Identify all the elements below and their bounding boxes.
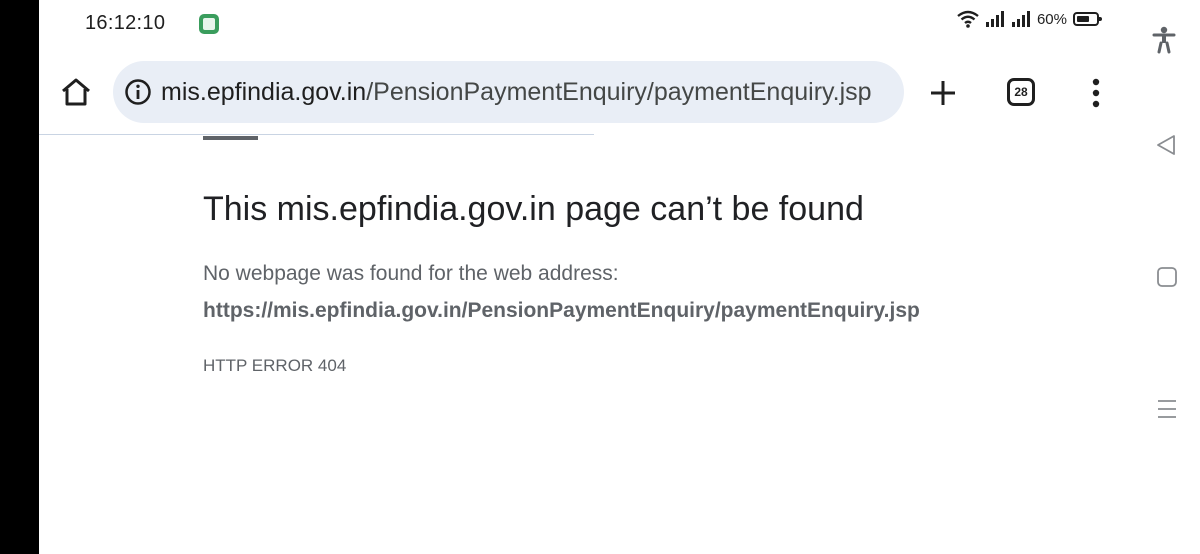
left-screen-edge — [0, 0, 39, 554]
browser-screen: 16:12:10 60% mis.epfindia.gov.in/Pension… — [39, 0, 1129, 554]
home-icon — [62, 78, 90, 106]
address-bar[interactable]: mis.epfindia.gov.in/PensionPaymentEnquir… — [113, 61, 904, 123]
error-title: This mis.epfindia.gov.in page can’t be f… — [203, 190, 864, 228]
toolbar-divider — [39, 134, 594, 135]
back-icon[interactable] — [1155, 134, 1177, 156]
cellular-signal-icon — [985, 11, 1004, 27]
url-text: mis.epfindia.gov.in/PensionPaymentEnquir… — [161, 77, 904, 107]
url-path: /PensionPaymentEnquiry/paymentEnquiry.js… — [366, 78, 872, 106]
tab-count: 28 — [1014, 85, 1028, 99]
more-vert-icon — [1092, 78, 1100, 108]
tab-switcher-button[interactable]: 28 — [1007, 78, 1035, 106]
url-host: mis.epfindia.gov.in — [161, 78, 367, 106]
plus-icon — [931, 81, 955, 105]
site-info-button[interactable] — [123, 77, 153, 107]
battery-icon — [1073, 12, 1102, 26]
accessibility-icon[interactable] — [1152, 26, 1176, 54]
more-menu-button[interactable] — [1081, 78, 1111, 108]
error-url: https://mis.epfindia.gov.in/PensionPayme… — [203, 299, 920, 322]
recents-icon[interactable] — [1156, 398, 1178, 420]
error-page-accent — [203, 136, 258, 140]
wifi-icon — [957, 10, 979, 28]
home-square-icon[interactable] — [1156, 266, 1178, 288]
home-button[interactable] — [56, 72, 96, 112]
system-nav-bar — [1129, 0, 1200, 554]
battery-percent: 60% — [1036, 10, 1067, 28]
new-tab-button[interactable] — [926, 76, 960, 110]
error-code: HTTP ERROR 404 — [203, 356, 347, 375]
status-time: 16:12:10 — [85, 12, 166, 34]
calendar-app-icon — [199, 14, 219, 34]
error-description: No webpage was found for the web address… — [203, 262, 619, 285]
cellular-signal-icon — [1011, 11, 1030, 27]
info-icon — [125, 79, 151, 105]
status-indicators: 60% — [957, 10, 1102, 28]
